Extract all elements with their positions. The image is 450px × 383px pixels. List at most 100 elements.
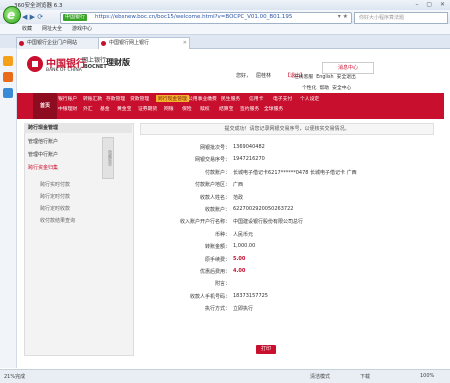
nav-item[interactable]: 保险 [182,105,192,112]
nav-item[interactable]: 证券期货 [138,105,157,112]
bank-name-en: BANK OF CHINA [46,68,82,73]
nav-item[interactable]: 基金 [100,105,110,112]
fav-item[interactable]: 网址大全 [42,25,62,32]
side-menu-item[interactable]: 跨行资金归集 [28,164,58,171]
field-value: 6227002920050263722 [233,206,294,212]
nav-item[interactable]: 中银理财 [58,105,77,112]
field-value: 18373157725 [233,293,268,299]
field-value: 长城电子借记卡6217******0478 长城电子借记卡 广西 [233,170,357,176]
tab-label: 中国银行网上银行 [109,40,150,46]
success-notice: 提交成功！请您记录网银交易序号，以便核实交易情况。 [140,123,434,135]
field-value: 1947216270 [233,156,265,162]
field-value: 人民币元 [233,232,254,238]
field-label: 执行方式： [204,306,230,312]
field-label: 原手续费： [204,257,230,263]
nav-item[interactable]: 信用卡 [249,95,263,102]
online-service-link[interactable]: 在线客服 [294,75,313,80]
side-menu-item[interactable]: 跨行实时付款 [40,181,70,188]
window-controls[interactable]: – ▢ ✕ [415,1,448,8]
field-label: 收入账户开户行名称： [179,219,230,225]
home-button[interactable]: 首页 [33,93,57,119]
safe-exit-link[interactable]: 安全退出 [337,75,356,80]
clean-mode-button[interactable]: 清洁模式 [310,373,330,380]
side-menu-item[interactable]: 管理他行账户 [28,138,58,145]
address-url[interactable]: https://ebsnew.boc.cn/boc15/welcome.html… [95,14,292,20]
nav-item[interactable]: 全球服务 [264,105,283,112]
game-icon[interactable] [3,72,13,82]
browser-title: 360安全浏览器 6.3 [14,3,63,9]
english-link[interactable]: English [316,75,333,80]
field-value: 立即执行 [233,306,254,312]
collapse-menu-button[interactable]: 隐藏菜单 [102,137,114,179]
browser-sidebar [0,48,17,368]
bocnet-label: BOCNET [84,64,107,70]
tab-label: 中国银行企业门户网站 [27,40,78,46]
side-menu-item[interactable]: 跨行定时付款 [40,193,70,200]
browser-logo-icon[interactable]: e [3,6,21,24]
zoom-level[interactable]: 100% [420,373,434,379]
fav-item[interactable]: 收藏 [22,25,32,32]
field-label: 付款账户： [204,170,230,176]
field-label: 优惠后费用： [199,269,230,275]
field-label: 收款人姓名： [199,195,230,201]
download-button[interactable]: 下载 [360,373,370,380]
nav-item[interactable]: 签约服务 [240,105,259,112]
side-menu-item[interactable]: 管理中行账户 [28,151,58,158]
nav-item[interactable]: 跨行现金管理 [156,95,189,102]
personalize-link[interactable]: 个性化 [302,86,316,91]
tab-boc-netbank[interactable]: 中国银行网上银行 ✕ [98,37,190,49]
field-value: 1369040482 [233,144,265,150]
status-progress: 21%完成 [4,374,26,380]
side-menu-item[interactable]: 跨行定时收款 [40,205,70,212]
username: 屈桂林 [256,73,272,79]
field-value: 5.00 [233,256,246,262]
print-button[interactable]: 打印 [256,345,276,354]
field-label: 网银批次号： [199,145,230,151]
nav-item[interactable]: 银行账户 [58,95,77,102]
search-text: 你好大小程序算法题 [359,15,405,21]
dropdown-icon[interactable]: ▾ ★ [338,13,348,20]
nav-item[interactable]: 结算宝 [219,105,233,112]
address-bar[interactable]: 中国银行 https://ebsnew.boc.cn/boc15/welcome… [60,12,352,24]
close-icon[interactable]: ✕ [183,38,187,49]
field-label: 收款账户： [204,207,230,213]
field-label: 收款人手机号码： [189,294,230,300]
nav-arrows-icon[interactable]: ◀ ▶ ⟳ [22,13,43,21]
nav-item[interactable]: 赎权 [200,105,210,112]
side-menu-title: 跨行现金管理 [24,123,132,133]
nav-item[interactable]: 电子支付 [273,95,292,102]
fav-item[interactable]: 游戏中心 [72,25,92,32]
boc-logo-icon [27,56,43,72]
greeting: 您好， [236,73,252,79]
header-links: 在线客服 English 安全退出 [294,73,356,80]
nav-item[interactable]: 网银 [164,105,174,112]
field-label: 附言： [214,281,230,287]
field-label: 币种： [214,232,230,238]
favorites-bar: 收藏 网址大全 游戏中心 [0,24,450,35]
tab-boc-portal[interactable]: 中国银行企业门户网站 ✕ [16,37,108,49]
status-bar: 21%完成 清洁模式 下载 100% [0,369,450,383]
tool-icon[interactable] [3,88,13,98]
nav-item[interactable]: 民生服务 [221,95,240,102]
nav-item[interactable]: 外汇 [83,105,93,112]
boc-favicon-icon [101,41,106,46]
header-links-2: 个性化 帮助 安全中心 [302,84,351,91]
field-value: 1,000.00 [233,243,256,249]
star-icon[interactable] [3,56,13,66]
nav-item[interactable]: 贷款管理 [130,95,149,102]
nav-item[interactable]: 黄金宝 [117,105,131,112]
security-center-link[interactable]: 安全中心 [332,86,351,91]
field-label: 网银交易序号： [194,157,230,163]
browser-titlebar: 360安全浏览器 6.3 – ▢ ✕ [0,0,450,10]
field-value: 范政 [233,195,244,201]
nav-item[interactable]: 转账汇款 [83,95,102,102]
side-menu-item[interactable]: 收付款结果查询 [40,217,75,224]
field-value: 广西 [233,182,244,188]
field-value: 4.00 [233,268,246,274]
search-input[interactable]: 你好大小程序算法题 [354,12,448,24]
product-label: 理财版 [106,58,130,67]
help-link[interactable]: 帮助 [319,86,329,91]
nav-item[interactable]: 个人设定 [300,95,319,102]
nav-item[interactable]: 存款管理 [106,95,125,102]
nav-item[interactable]: 公用事业缴费 [188,95,217,102]
